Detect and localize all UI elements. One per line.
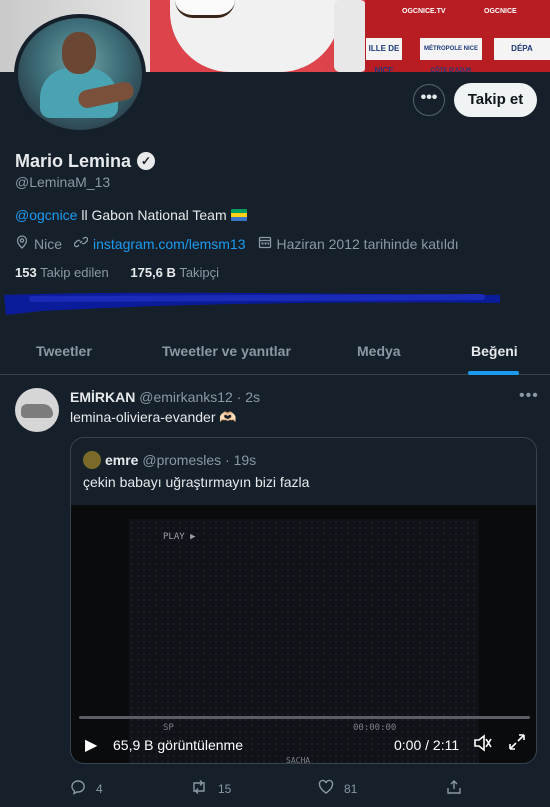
banner-smile (175, 0, 235, 18)
gabon-flag-icon (230, 209, 247, 221)
following-label: Takip edilen (40, 265, 109, 280)
tab-tweets-replies[interactable]: Tweetler ve yanıtlar (162, 343, 291, 359)
tab-tweets[interactable]: Tweetler (36, 343, 92, 359)
location-text: Nice (34, 235, 63, 252)
tweet-author-avatar[interactable] (15, 388, 59, 432)
video-time: 0:00 / 2:11 (394, 737, 460, 753)
verified-badge-icon: ✓ (137, 152, 155, 170)
tweet-time[interactable]: · 2s (237, 389, 260, 405)
website-link[interactable]: instagram.com/lemsm13 (93, 236, 246, 252)
quote-time: · 19s (225, 452, 257, 468)
video-views: 65,9 B görüntülenme (113, 737, 243, 753)
video-player[interactable]: PLAY ▶ SP 00:00:00 SACHA ▶ 65,9 B görünt… (71, 505, 536, 764)
banner-tag-ogcnice: OGCNICE (484, 8, 517, 15)
banner-bottle (334, 0, 366, 72)
avatar-car (21, 404, 53, 418)
tweet-author-handle[interactable]: @emirkanks12 (139, 389, 233, 405)
follow-button[interactable]: Takip et (454, 83, 537, 117)
following-count: 153 (15, 265, 37, 280)
retweet-count: 15 (218, 782, 232, 796)
website-item: instagram.com/lemsm13 (73, 235, 246, 252)
like-count: 81 (344, 782, 358, 796)
tweet-actions: 4 15 81 (70, 779, 470, 797)
video-progress-bar[interactable] (79, 716, 530, 719)
reply-button[interactable]: 4 (70, 779, 103, 799)
link-icon (73, 235, 89, 252)
followers-label: Takipçi (179, 265, 220, 280)
tweet-author-name[interactable]: EMİRKAN (70, 389, 135, 405)
retweet-button[interactable]: 15 (190, 779, 231, 799)
fullscreen-icon[interactable] (508, 733, 526, 756)
reply-count: 4 (96, 782, 103, 796)
profile-tabs: Tweetler Tweetler ve yanıtlar Medya Beğe… (0, 330, 550, 375)
quote-author-avatar (83, 451, 101, 469)
active-tab-indicator (468, 371, 519, 375)
share-button[interactable] (446, 779, 472, 799)
tweet-header: EMİRKAN @emirkanks12 · 2s (70, 389, 260, 405)
avatar-head (62, 32, 96, 74)
calendar-icon (258, 235, 272, 252)
like-button[interactable]: 81 (318, 779, 357, 799)
more-options-button[interactable]: ••• (413, 84, 445, 116)
quoted-tweet[interactable]: emre @promesles · 19s çekin babayı uğraş… (70, 437, 537, 764)
profile-bio: @ogcnice ll Gabon National Team (15, 207, 247, 223)
bio-text: ll Gabon National Team (77, 207, 227, 223)
profile-avatar[interactable] (14, 14, 146, 134)
heart-icon (318, 779, 334, 799)
profile-handle: @LeminaM_13 (15, 174, 111, 190)
tweet-text: lemina-oliviera-evander 🫶🏻 (70, 409, 237, 425)
joined-text: Haziran 2012 tarihinde katıldı (276, 235, 459, 252)
banner-panel-metropole: MÉTROPOLE NICE CÔTE D'AZUR (420, 38, 482, 72)
profile-name: Mario Lemina (15, 151, 132, 171)
banner-panel-nice: ILLE DE NICE (366, 38, 402, 72)
quote-text: çekin babayı uğraştırmayın bizi fazla (83, 474, 310, 490)
video-overlay-play: PLAY ▶ (163, 532, 196, 542)
tweet-more-icon[interactable]: ••• (519, 387, 539, 405)
banner-tag-ogcnicetv: OGCNICE.TV (402, 8, 446, 15)
following-link[interactable]: 153 Takip edilen (15, 265, 109, 280)
redaction-scribble (4, 292, 500, 315)
play-icon[interactable]: ▶ (85, 735, 97, 755)
video-overlay-timecode: 00:00:00 (353, 723, 397, 733)
share-icon (446, 779, 462, 799)
quote-author-name: emre (105, 452, 139, 468)
volume-icon[interactable] (473, 734, 493, 757)
tab-media[interactable]: Medya (357, 343, 401, 359)
video-overlay-brand: SACHA (286, 756, 311, 764)
banner-panel-departement: DÉPA (494, 38, 550, 60)
profile-meta: Nice instagram.com/lemsm13 Haziran 2012 … (15, 235, 471, 252)
joined-item: Haziran 2012 tarihinde katıldı (258, 235, 459, 252)
video-frame (129, 519, 479, 763)
bio-mention-link[interactable]: @ogcnice (15, 207, 77, 223)
followers-link[interactable]: 175,6 B Takipçi (130, 265, 219, 280)
reply-icon (70, 779, 86, 799)
tab-likes[interactable]: Beğeni (471, 343, 518, 359)
quote-author-handle: @promesles (142, 452, 222, 468)
quote-header: emre @promesles · 19s (105, 452, 256, 468)
location-item: Nice (15, 235, 62, 252)
retweet-icon (190, 779, 208, 799)
profile-stats: 153 Takip edilen 175,6 B Takipçi (15, 265, 219, 280)
location-pin-icon (15, 235, 29, 252)
video-overlay-sp: SP (163, 723, 174, 733)
followers-count: 175,6 B (130, 265, 176, 280)
